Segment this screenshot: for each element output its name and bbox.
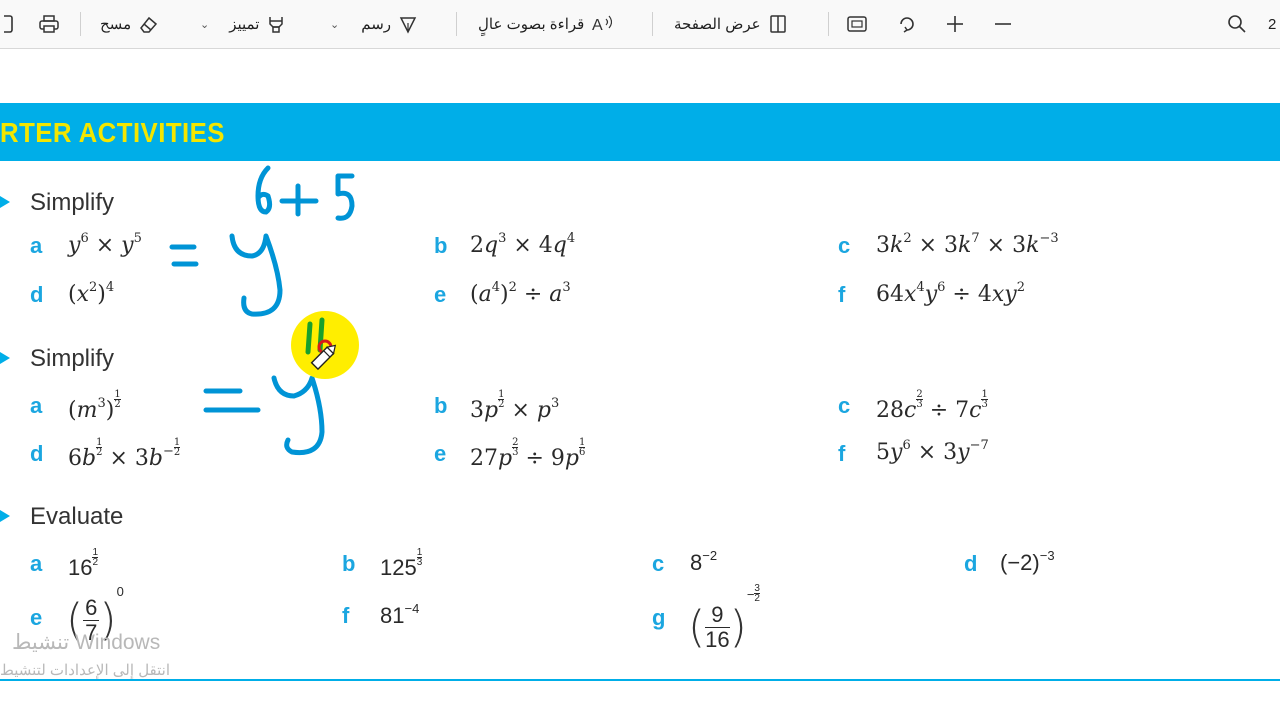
activation-watermark-hint: انتقل إلى الإعدادات لتنشيط: [0, 662, 171, 679]
handwritten-six: [255, 165, 273, 215]
ink-annotations: [169, 165, 359, 456]
activation-watermark: تنشيط Windows: [12, 631, 161, 654]
handwritten-y: [229, 233, 283, 317]
handwritten-five: [335, 173, 355, 221]
handwritten-y: [271, 375, 325, 456]
pointer-highlight: [291, 311, 359, 379]
handwritten-plus: [279, 183, 319, 217]
handwritten-equals: [169, 244, 199, 267]
handwritten-equals: [203, 388, 261, 413]
